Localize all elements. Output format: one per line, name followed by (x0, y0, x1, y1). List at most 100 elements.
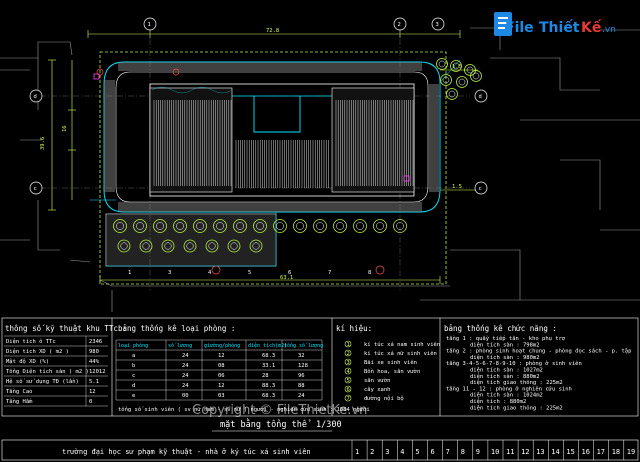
axis-bubble-2: 2 (393, 17, 407, 31)
table2-cell: 32 (298, 353, 305, 359)
title-block-cell: 15 (566, 448, 574, 456)
drawing-title: mặt bằng tổng thể 1/300 (212, 418, 342, 432)
table1-label: Diện tích XD ( m2 ) (6, 348, 69, 355)
plan-number: 3 (168, 270, 171, 276)
table2-cell: 24 (298, 393, 305, 399)
axis-bubble-d: d (29, 89, 43, 103)
table2-cell: 33.1 (262, 363, 275, 369)
logo-file: File (505, 20, 534, 36)
legend-marker-number: 5 (347, 378, 350, 384)
table2-cell: 88.3 (262, 383, 275, 389)
legend-item: đường nội bộ (364, 395, 404, 402)
table1-value: 5.1 (89, 379, 99, 385)
gravel-fill-bottom (118, 202, 422, 212)
table2-cell: 96 (298, 373, 305, 379)
table1-label: Hệ số sử dụng TĐ (lần) (6, 378, 79, 385)
table1-label: Diện tích ô TTc (6, 338, 56, 345)
dim-top: 72.8 (266, 28, 279, 34)
axis-bubble-d-right: d (474, 89, 488, 103)
axis-label-d: d (34, 94, 37, 100)
legend-marker-number: 1 (347, 342, 350, 348)
table2-cell: 12 (218, 383, 225, 389)
table2-cell: 88 (298, 383, 305, 389)
axis-bubble-3: 3 (431, 17, 445, 31)
axis-label-1: 1 (148, 22, 151, 28)
logo-thiet: Thiết (539, 19, 580, 36)
title-block-cell: 3 (385, 448, 389, 456)
title-block-cell: 16 (582, 448, 590, 456)
dim-left-2: 16 (62, 125, 68, 132)
legend-item: kí túc xá nữ sinh viên (364, 350, 437, 357)
title-block-cell: 7 (446, 448, 450, 456)
table1-value: 44% (89, 359, 100, 365)
title-block-cell: 17 (597, 448, 605, 456)
title-block-cell: 14 (551, 448, 559, 456)
table2-cell: 06 (218, 373, 225, 379)
legend-item: kí túc xá nam sinh viên (364, 341, 440, 348)
table2-cell: 03 (218, 393, 225, 399)
function-line: tầng 3-4-5-6-7-8-9-10 : phòng ở sinh viê… (446, 360, 582, 367)
function-line: diện tích sàn : 1027m2 (470, 367, 543, 374)
table1-title: thông số kỹ thuật khu TTc : (5, 324, 127, 333)
title-block-cell: 4 (400, 448, 404, 456)
axis-bubble-1: 1 (143, 17, 157, 31)
table2-cell: 24 (182, 373, 189, 379)
title-block-cell: 5 (415, 448, 419, 456)
table2-cell: 68.3 (262, 393, 275, 399)
table1-label: Mật độ XD (%) (6, 358, 49, 365)
gravel-fill-top (118, 62, 422, 71)
axis-bubble-c: c (29, 181, 43, 195)
table2-cell: 24 (182, 363, 189, 369)
plan-number: 8 (368, 270, 371, 276)
axis-label-3: 3 (436, 22, 439, 28)
axis-label-2: 2 (398, 22, 401, 28)
table2-title: bảng thống kê loại phòng : (118, 324, 235, 333)
table2-cell: 28 (262, 373, 269, 379)
function-line: diện tích sàn : 798m2 (470, 341, 540, 348)
watermark: Copyright © FileThietKe.vn (192, 403, 367, 418)
title-block-cell: 2 (370, 448, 374, 456)
table1-label: Tổng Diện tích sàn ( m2 ) (6, 368, 89, 375)
table2-header: diện tích(m2) (248, 342, 287, 349)
cad-drawing-canvas: 1 2 3 d c d c 72.8 39.6 16 63.1 1.5 1.5 … (0, 0, 640, 462)
legend-item: Bãi xe sinh viên (364, 359, 417, 366)
title-block-cell: 12 (521, 448, 529, 456)
table1-value: 0 (89, 399, 92, 405)
gravel-fill-left (104, 80, 115, 192)
table2-cell: 24 (182, 353, 189, 359)
title-block-cell: 19 (627, 448, 635, 456)
table2-cell: b (132, 363, 135, 369)
function-line: diện tích : 880m2 (470, 398, 526, 405)
function-line: tầng 11 - 12 : phòng ở nghiên cứu sinh (446, 385, 572, 392)
drawing-title-label: mặt bằng tổng thể (220, 418, 311, 430)
table2-header: loại phòng (118, 342, 148, 349)
table2-cell: d (132, 383, 135, 389)
table2-cell: 128 (298, 363, 308, 369)
plan-number: 7 (328, 270, 331, 276)
table1-value: 980 (89, 349, 99, 355)
function-line: diện tích sàn : 1024m2 (470, 392, 543, 399)
legend-item: Bồn hoa, sân vườn (364, 368, 420, 375)
function-line: tầng 1 : quầy tiếp tân - kho phụ trợ (446, 335, 566, 342)
legend-marker-number: 7 (347, 396, 350, 402)
building-right-wing (331, 87, 415, 193)
table1-label: Tầng Cao (6, 388, 33, 395)
legend-marker-number: 6 (347, 387, 350, 393)
title-block-cell: 8 (461, 448, 465, 456)
plan-number: 5 (248, 270, 251, 276)
drawing-title-scale: 1/300 (316, 420, 342, 430)
function-line: diện tích giao thông : 225m2 (470, 379, 563, 386)
table1-value: 12012 (89, 369, 106, 375)
table2-header: số lượng (168, 342, 192, 349)
logo-vn: .vn (602, 25, 616, 35)
table2-cell: 08 (218, 363, 225, 369)
axis-label-c: c (34, 186, 37, 192)
dim-right-2: 1.5 (452, 184, 462, 190)
building-left-wing (149, 87, 233, 193)
axis-label-d-right: d (479, 94, 482, 100)
logo-ke: Kế (581, 19, 602, 36)
title-block-cell: 18 (612, 448, 620, 456)
legend-item: sân vườn (364, 377, 391, 384)
function-line: diện tích giao thông : 225m2 (470, 404, 563, 411)
legend-marker-number: 3 (347, 360, 350, 366)
